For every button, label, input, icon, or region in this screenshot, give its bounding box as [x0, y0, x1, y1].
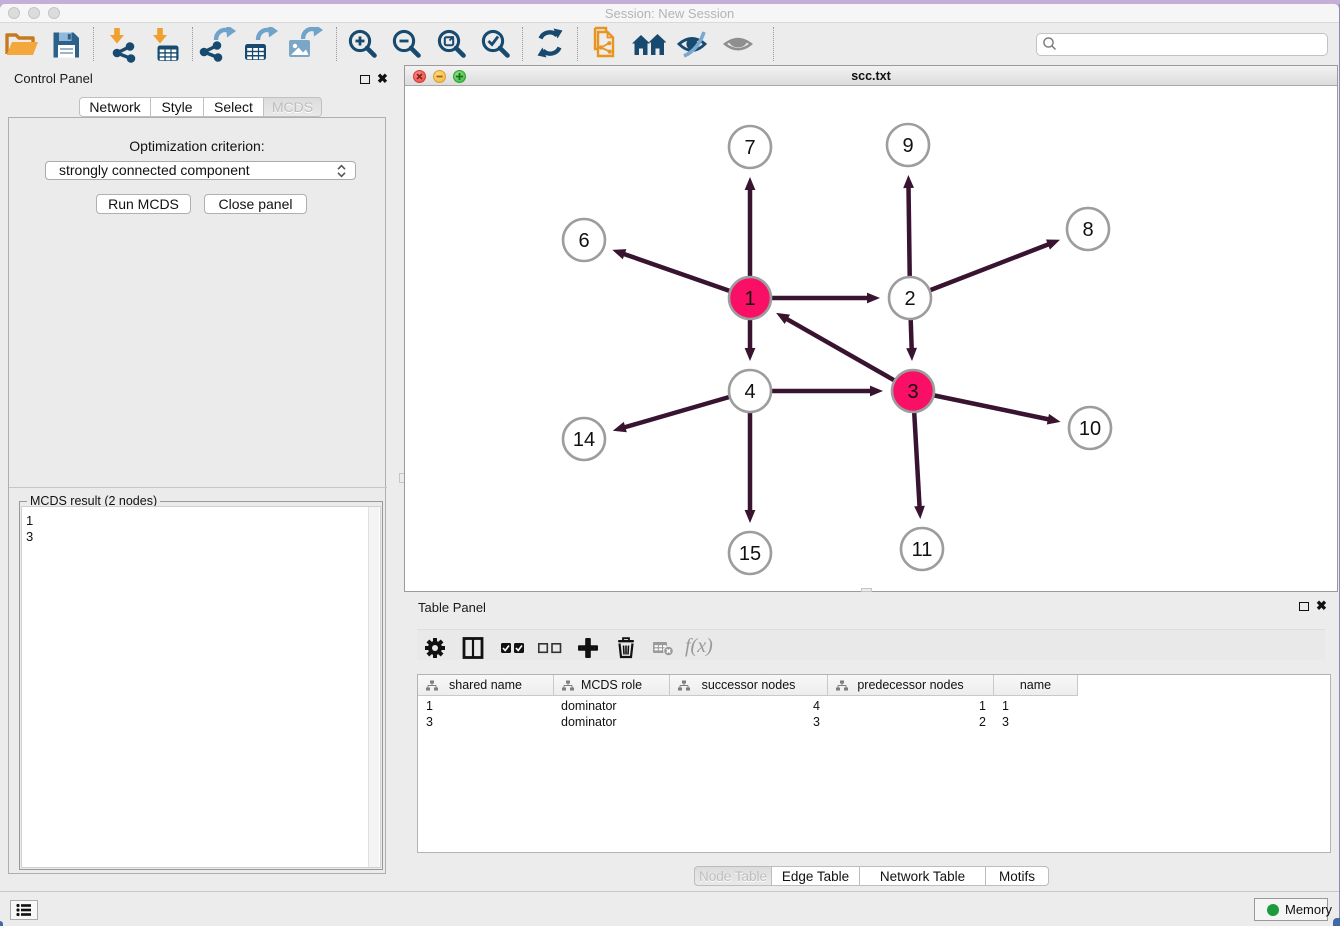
svg-text:2: 2 — [904, 288, 915, 310]
svg-text:10: 10 — [1079, 418, 1101, 440]
svg-text:11: 11 — [912, 539, 933, 561]
svg-text:14: 14 — [573, 429, 595, 451]
svg-text:8: 8 — [1082, 219, 1093, 241]
svg-text:6: 6 — [578, 230, 589, 252]
svg-text:1: 1 — [744, 288, 755, 310]
svg-text:9: 9 — [902, 135, 913, 157]
svg-text:4: 4 — [744, 381, 755, 403]
svg-text:7: 7 — [744, 137, 755, 159]
svg-text:15: 15 — [739, 543, 761, 565]
svg-text:3: 3 — [907, 381, 918, 403]
